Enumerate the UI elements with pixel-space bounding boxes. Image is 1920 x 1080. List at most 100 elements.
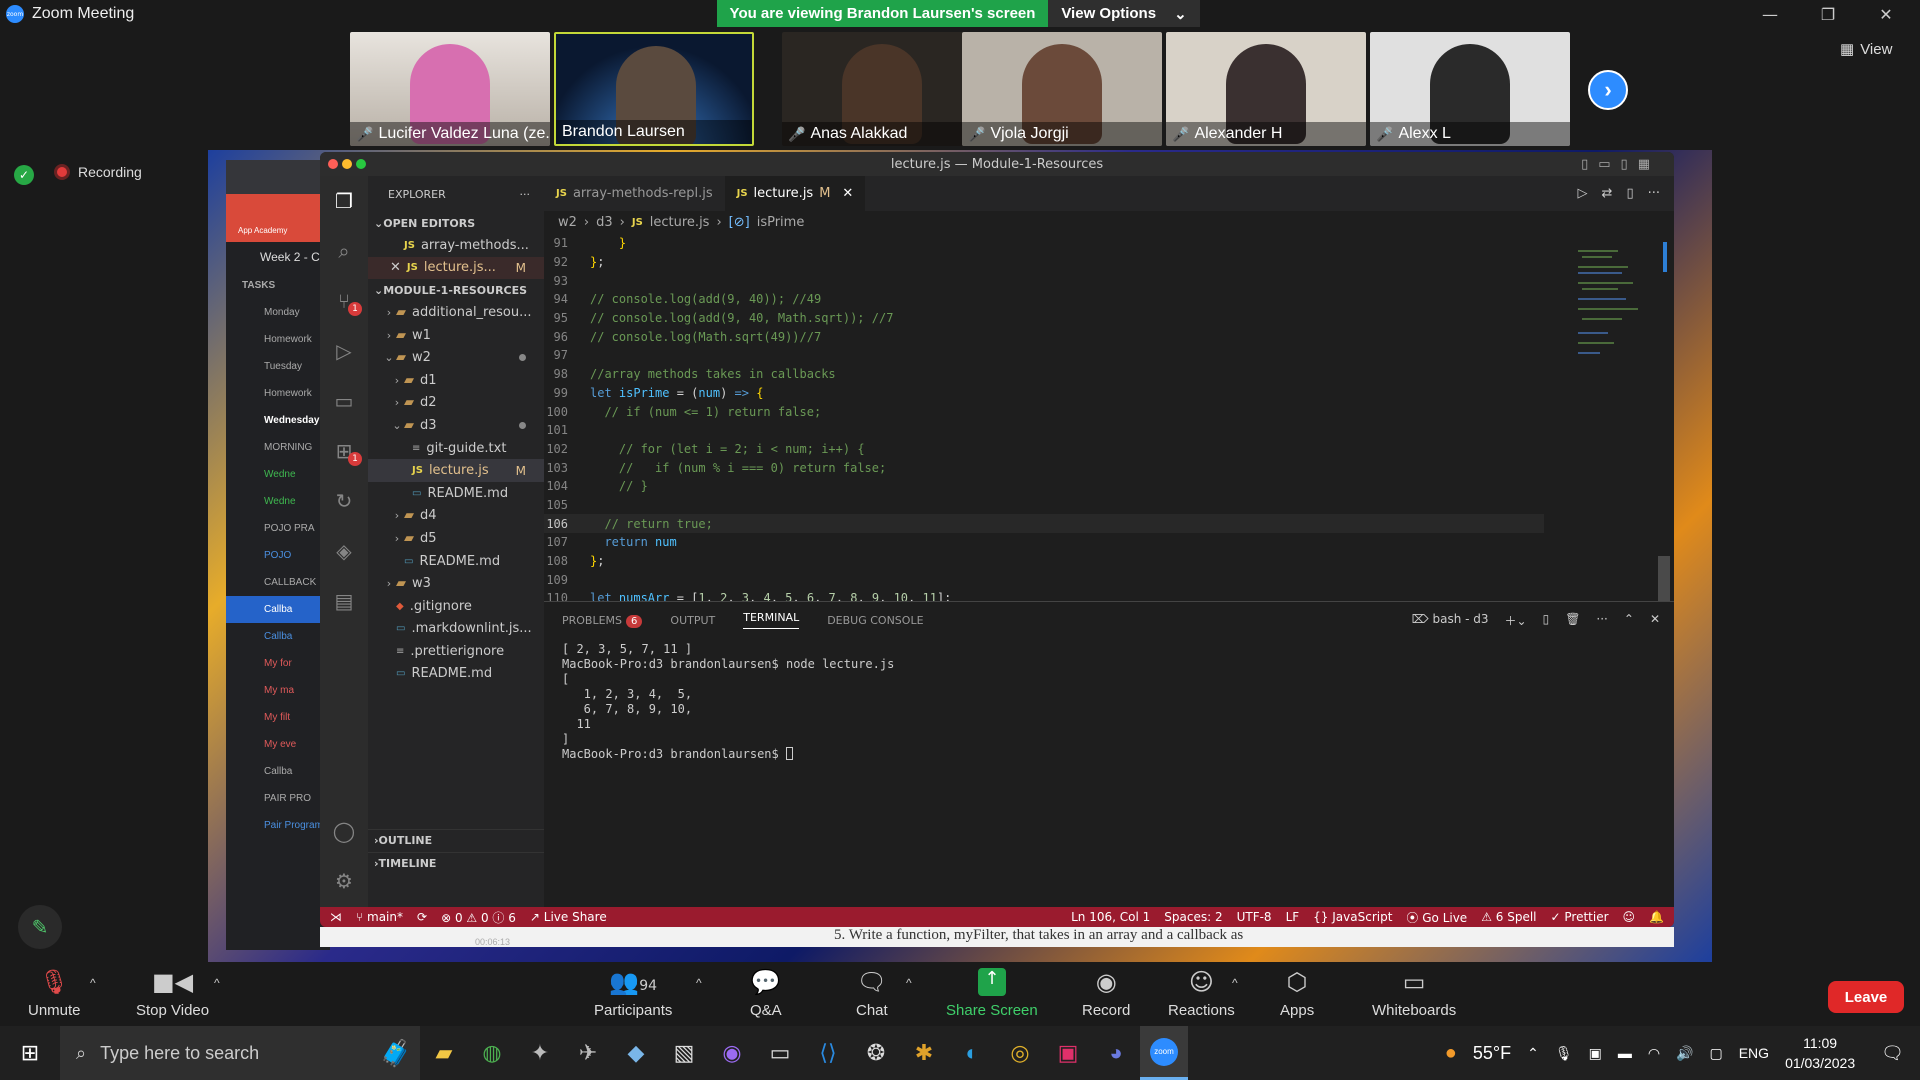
minimize-button[interactable]: — — [1742, 0, 1798, 28]
tree-folder[interactable]: ⌄ ▰ w2 — [368, 346, 544, 369]
breadcrumb-item[interactable]: w2 — [558, 215, 577, 230]
split-editor-icon[interactable]: ▯ — [1626, 186, 1633, 201]
code-line[interactable]: 109 — [544, 570, 1544, 589]
code-line[interactable]: 103 // if (num % i === 0) return false; — [544, 458, 1544, 477]
problems-indicator[interactable]: ⊗ 0 ⚠ 0 ⓘ 6 — [441, 909, 516, 926]
tree-file[interactable]: ≡ .prettierignore — [368, 640, 544, 663]
code-line[interactable]: 93 — [544, 271, 1544, 290]
reactions-button[interactable]: ☺ Reactions — [1168, 968, 1235, 1019]
task-item[interactable]: Wednesday — [226, 407, 330, 434]
breadcrumb-item[interactable]: lecture.js — [650, 215, 710, 230]
chrome-app-icon[interactable]: ◎ — [996, 1026, 1044, 1080]
tab-lecture[interactable]: JS lecture.js M ✕ — [724, 176, 866, 211]
live-share-icon[interactable]: ↻ — [320, 476, 368, 526]
tab-terminal[interactable]: TERMINAL — [743, 611, 800, 629]
code-line[interactable]: 98 //array methods takes in callbacks — [544, 365, 1544, 384]
participant-tile[interactable]: 🎤 Lucifer Valdez Luna (ze... — [350, 32, 550, 146]
next-participants-icon[interactable]: › — [1588, 70, 1628, 110]
spell-indicator[interactable]: ⚠ 6 Spell — [1481, 910, 1536, 924]
clock[interactable]: 11:09 01/03/2023 — [1785, 1033, 1855, 1073]
tree-file[interactable]: ▭ README.md — [368, 482, 544, 505]
tab-problems[interactable]: PROBLEMS 6 — [562, 614, 643, 628]
task-item[interactable]: My for — [226, 650, 330, 677]
close-panel-icon[interactable]: ✕ — [1650, 612, 1660, 629]
code-line[interactable]: 91 } — [544, 234, 1544, 253]
task-item[interactable]: CALLBACK — [226, 569, 330, 596]
annotate-pencil-icon[interactable]: ✎ — [18, 905, 62, 949]
live-share-button[interactable]: ↗ Live Share — [530, 910, 607, 924]
record-button[interactable]: ◉ Record — [1082, 968, 1130, 1019]
recording-indicator[interactable]: Recording — [54, 164, 142, 180]
participants-button[interactable]: 👥94 Participants — [594, 968, 672, 1019]
participants-options-icon[interactable]: ^ — [696, 976, 702, 990]
tab-array-methods[interactable]: JS array-methods-repl.js — [544, 176, 725, 211]
tree-folder[interactable]: › ▰ d1 — [368, 369, 544, 392]
tree-file[interactable]: ▭ .markdownlint.js... — [368, 618, 544, 641]
task-item[interactable]: Callba — [226, 758, 330, 785]
task-item[interactable]: My eve — [226, 731, 330, 758]
chatgpt-app-icon[interactable]: ❂ — [852, 1026, 900, 1080]
audio-options-icon[interactable]: ^ — [90, 976, 96, 990]
task-item[interactable]: PAIR PRO — [226, 785, 330, 812]
branch-indicator[interactable]: ⑂ main* — [356, 910, 403, 924]
participant-tile[interactable]: 🎤 Anas Alakkad — [782, 32, 982, 146]
minimize-traffic-icon[interactable] — [342, 159, 352, 169]
chat-button[interactable]: 🗨 Chat — [856, 968, 888, 1019]
tree-folder[interactable]: ⌄ ▰ d3 — [368, 414, 544, 437]
paint-app-icon[interactable]: ✦ — [516, 1026, 564, 1080]
tree-folder[interactable]: › ▰ additional_resou... — [368, 301, 544, 324]
search-icon[interactable]: ⌕ — [320, 226, 368, 276]
taskbar-search-box[interactable]: ⌕ Type here to search 🧳 — [60, 1026, 420, 1080]
project-section[interactable]: ⌄ MODULE-1-RESOURCES — [368, 279, 544, 301]
tree-folder[interactable]: › ▰ w1 — [368, 324, 544, 347]
task-item[interactable]: MORNING — [226, 434, 330, 461]
more-icon[interactable]: ··· — [1596, 612, 1607, 629]
meet-now-icon[interactable]: ▣ — [1589, 1045, 1602, 1062]
code-line[interactable]: 108}; — [544, 552, 1544, 571]
code-line[interactable]: 97 — [544, 346, 1544, 365]
feedback-icon[interactable]: ☺ — [1623, 910, 1636, 924]
close-tab-icon[interactable]: ✕ — [842, 186, 853, 201]
minimap[interactable] — [1578, 242, 1648, 372]
outline-section[interactable]: › OUTLINE — [368, 829, 544, 851]
close-traffic-icon[interactable] — [328, 159, 338, 169]
task-item[interactable]: Wedne — [226, 461, 330, 488]
podcast-app-icon[interactable]: ◉ — [708, 1026, 756, 1080]
task-item-active[interactable]: Callba — [226, 596, 330, 623]
zoom-traffic-icon[interactable] — [356, 159, 366, 169]
task-item[interactable]: Callba — [226, 623, 330, 650]
tree-file[interactable]: ◆ .gitignore — [368, 595, 544, 618]
terminal-output[interactable]: [ 2, 3, 5, 7, 11 ] MacBook-Pro:d3 brando… — [544, 638, 1674, 762]
task-item[interactable]: My ma — [226, 677, 330, 704]
task-item[interactable]: POJO PRA — [226, 515, 330, 542]
zoom-app-icon[interactable]: zoom — [1140, 1026, 1188, 1080]
code-line[interactable]: 106 // return true; — [544, 514, 1544, 533]
tree-folder[interactable]: › ▰ d4 — [368, 505, 544, 528]
task-item[interactable]: Pair Programming Demo — [226, 812, 374, 839]
close-button[interactable]: ✕ — [1858, 0, 1914, 28]
chat-options-icon[interactable]: ^ — [906, 976, 912, 990]
code-line[interactable]: 105 — [544, 496, 1544, 515]
code-line[interactable]: 100 // if (num <= 1) return false; — [544, 402, 1544, 421]
task-item[interactable]: Monday — [226, 299, 330, 326]
close-icon[interactable]: ✕ — [390, 260, 401, 275]
tree-file[interactable]: ▭ README.md — [368, 663, 544, 686]
go-live-button[interactable]: ⦿ Go Live — [1406, 909, 1467, 926]
qa-button[interactable]: 💬 Q&A — [750, 968, 782, 1019]
share-screen-button[interactable]: ↑ Share Screen — [946, 968, 1038, 1019]
bell-icon[interactable]: 🔔 — [1649, 910, 1674, 924]
encryption-shield-icon[interactable]: ✓ — [14, 165, 34, 185]
apps-button[interactable]: ⬡ Apps — [1280, 968, 1314, 1019]
task-item[interactable]: POJO — [226, 542, 330, 569]
maximize-panel-icon[interactable]: ⌃ — [1624, 612, 1634, 629]
edge-app-icon[interactable]: ◐ — [948, 1026, 996, 1080]
code-line[interactable]: 96 // console.log(Math.sqrt(49))//7 — [544, 327, 1544, 346]
leave-button[interactable]: Leave — [1828, 981, 1904, 1013]
task-item[interactable]: My filt — [226, 704, 330, 731]
timeline-section[interactable]: › TIMELINE — [368, 852, 544, 874]
trash-icon[interactable]: 🗑 — [1565, 612, 1580, 629]
extensions-icon[interactable]: ⊞ 1 — [320, 426, 368, 476]
sync-icon[interactable]: ⟳ — [417, 910, 427, 924]
gear-icon[interactable]: ⚙ — [320, 856, 368, 906]
document-app-icon[interactable]: ▧ — [660, 1026, 708, 1080]
